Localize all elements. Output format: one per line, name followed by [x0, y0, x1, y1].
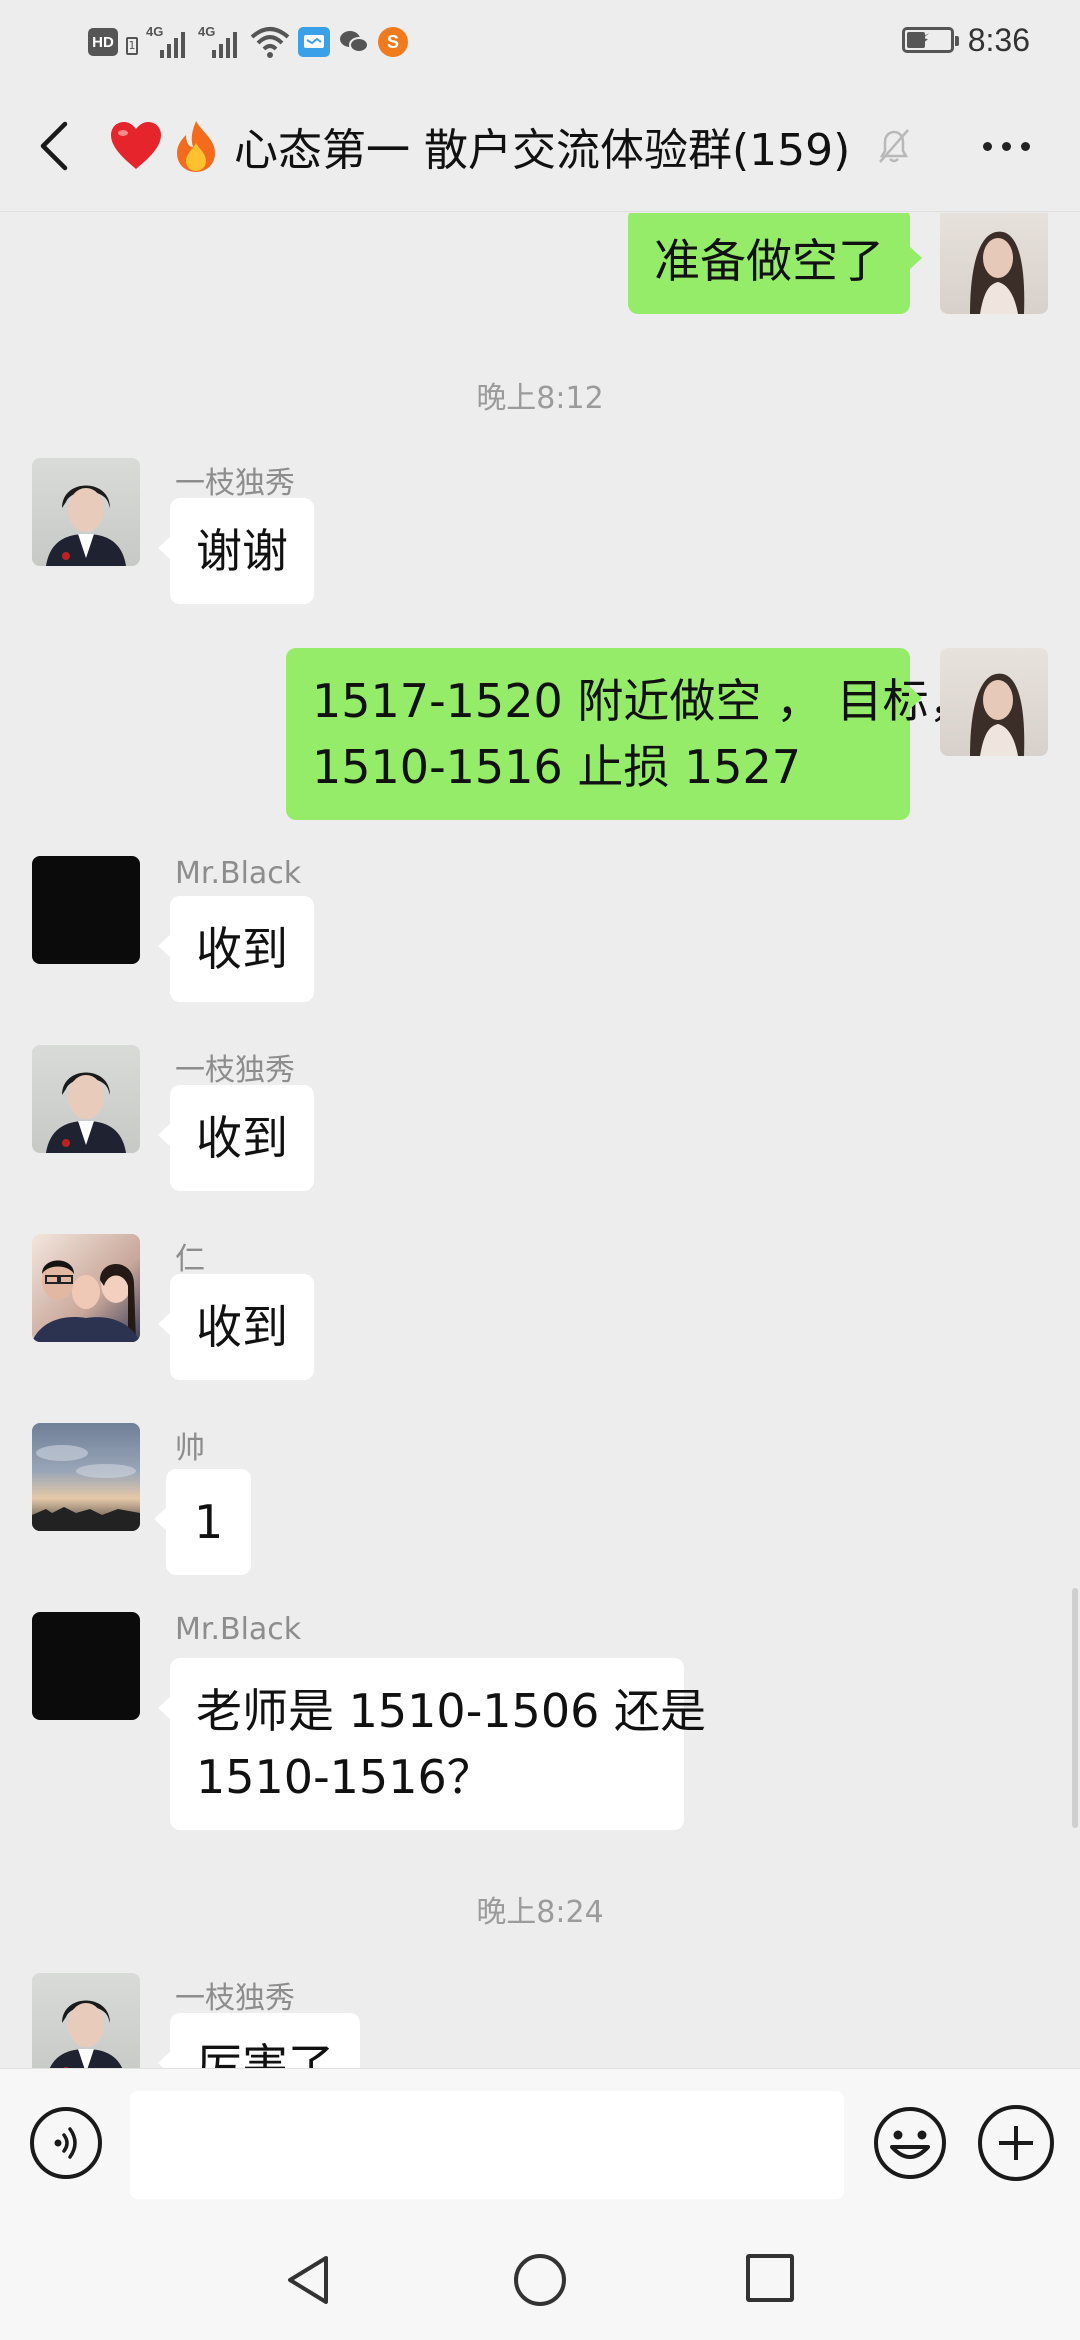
avatar[interactable]	[32, 1045, 140, 1153]
message-text: 1	[194, 1495, 224, 1549]
heart-emoji-icon	[108, 118, 164, 174]
bell-muted-icon	[879, 129, 910, 163]
chevron-left-icon	[40, 121, 68, 171]
chat-header: 心态第一 散户交流体验群(159)	[0, 80, 1080, 212]
message-text-line: 1510-1516？	[196, 1750, 493, 1804]
timestamp-separator: 晚上8:24	[476, 1895, 604, 1930]
square-recent-icon[interactable]	[746, 2254, 794, 2302]
avatar[interactable]	[940, 213, 1048, 314]
signal-icon: 4G	[146, 24, 190, 60]
message-text: 厉害了	[196, 2039, 334, 2068]
signal-icon: 4G	[198, 24, 242, 60]
hd-icon: HD	[88, 28, 118, 56]
sim-slot-indicator: 1	[126, 37, 138, 55]
status-indicators: HD 1 4G 4G S	[88, 22, 408, 62]
avatar[interactable]	[32, 856, 140, 964]
sender-name: Mr.Black	[175, 856, 302, 891]
avatar[interactable]	[32, 1234, 140, 1342]
triangle-back-icon[interactable]	[282, 2252, 338, 2308]
incoming-message-bubble[interactable]: 谢谢	[158, 498, 314, 604]
back-button[interactable]	[24, 112, 84, 180]
status-bar: HD 1 4G 4G S ⚡ 8:36	[0, 0, 1080, 80]
incoming-message-bubble[interactable]: 收到	[158, 1085, 314, 1191]
incoming-message-bubble[interactable]: 1	[153, 1469, 252, 1575]
timestamp-separator: 晚上8:12	[476, 381, 604, 416]
message-text: 谢谢	[196, 524, 288, 578]
message-text-line: 1517-1520 附近做空 ， 目标，	[312, 674, 975, 728]
sender-name: Mr.Black	[175, 1612, 302, 1647]
message-list[interactable]: 准备做空了 晚上8:12 一枝独秀 谢谢 1517-1520 附近做空 ， 目标…	[0, 213, 1080, 2068]
avatar[interactable]	[32, 1973, 140, 2068]
message-input[interactable]	[130, 2091, 844, 2199]
plus-circle-icon[interactable]	[978, 2105, 1054, 2181]
message-text-line: 老师是 1510-1506 还是	[196, 1684, 706, 1738]
wechat-icon	[338, 27, 370, 57]
group-name: 心态第一 散户交流体验群(159)	[234, 125, 851, 176]
input-bar	[0, 2068, 1080, 2220]
incoming-message-bubble[interactable]: 厉害了	[158, 2013, 360, 2068]
message-app-icon	[298, 27, 330, 57]
smiley-icon[interactable]	[872, 2105, 948, 2181]
clock: 8:36	[967, 21, 1030, 58]
incoming-message-bubble[interactable]: 老师是 1510-1506 还是 1510-1516？	[158, 1658, 706, 1830]
outgoing-message-bubble[interactable]: 准备做空了	[628, 213, 922, 314]
avatar[interactable]	[940, 648, 1048, 756]
more-horizontal-icon	[982, 141, 992, 151]
circle-home-icon[interactable]	[514, 2254, 566, 2306]
sender-name: 仁	[175, 1242, 205, 1277]
message-text: 准备做空了	[654, 234, 884, 288]
message-text-line: 1510-1516 止损 1527	[312, 740, 802, 794]
chat-title[interactable]: 心态第一 散户交流体验群(159)	[108, 114, 914, 178]
voice-input-button[interactable]	[30, 2107, 102, 2179]
outgoing-message-bubble[interactable]: 1517-1520 附近做空 ， 目标， 1510-1516 止损 1527	[286, 648, 975, 820]
sender-name: 一枝独秀	[175, 1981, 295, 2016]
message-text: 收到	[196, 1111, 288, 1165]
avatar[interactable]	[32, 1612, 140, 1720]
battery-charging-icon: ⚡	[901, 27, 959, 53]
sender-name: 帅	[175, 1431, 205, 1466]
message-text: 收到	[196, 1300, 288, 1354]
avatar[interactable]	[32, 1423, 140, 1531]
sender-name: 一枝独秀	[175, 1053, 295, 1088]
fire-emoji-icon	[168, 118, 224, 174]
scrollbar[interactable]	[1072, 1588, 1078, 1828]
voice-icon	[54, 2127, 77, 2159]
incoming-message-bubble[interactable]: 收到	[158, 896, 314, 1002]
wifi-icon	[250, 27, 290, 58]
avatar[interactable]	[32, 458, 140, 566]
sender-name: 一枝独秀	[175, 466, 295, 501]
message-text: 收到	[196, 922, 288, 976]
sogou-icon: S	[378, 27, 408, 57]
system-navigation-bar	[0, 2220, 1080, 2340]
incoming-message-bubble[interactable]: 收到	[158, 1274, 314, 1380]
more-options-button[interactable]	[968, 118, 1044, 174]
status-right: ⚡ 8:36	[901, 18, 1030, 62]
